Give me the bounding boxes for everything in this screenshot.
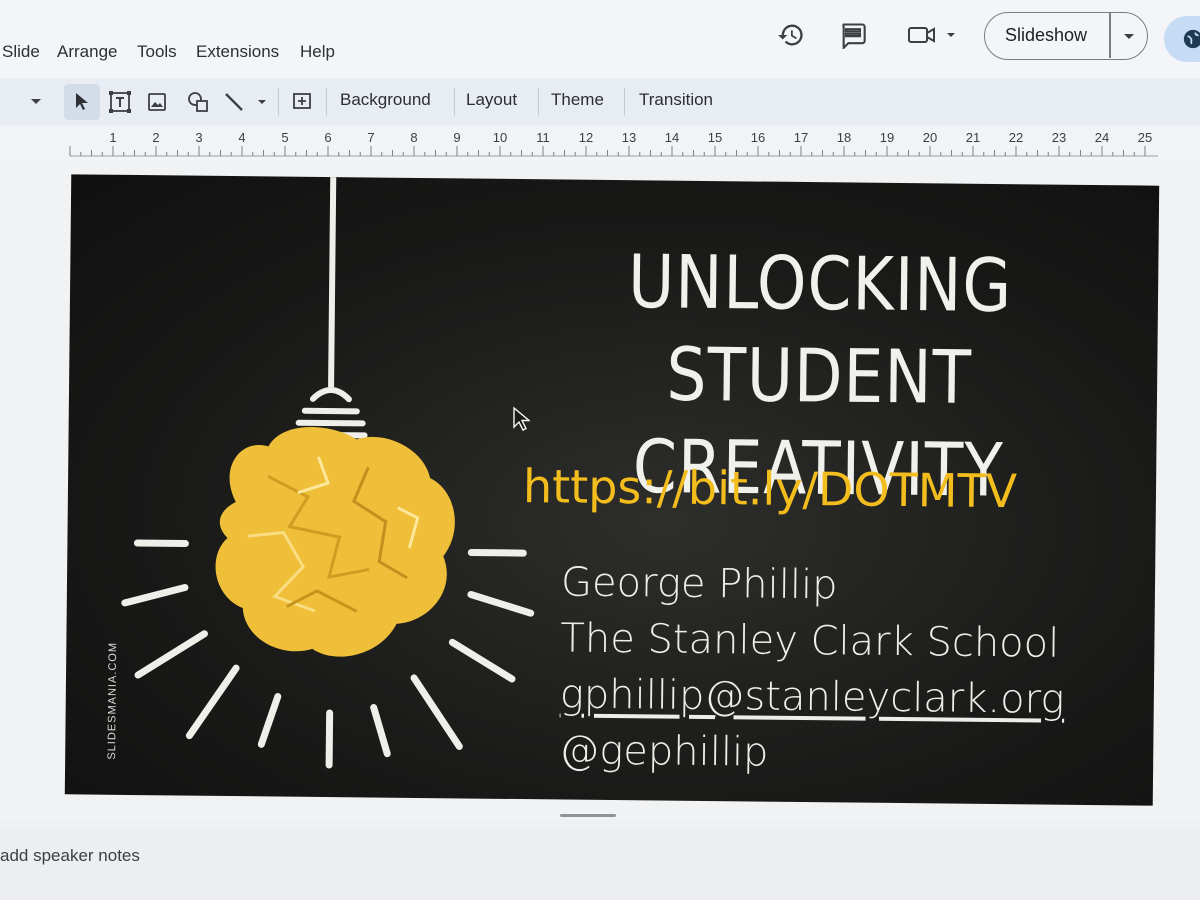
menu-tools[interactable]: Tools xyxy=(137,42,177,62)
ruler-mark-label: 20 xyxy=(923,130,937,145)
image-icon[interactable] xyxy=(141,86,173,118)
comments-icon[interactable] xyxy=(836,18,870,52)
toolbar-separator xyxy=(538,88,539,116)
ruler-mark-label: 6 xyxy=(324,130,331,145)
toolbar-separator xyxy=(454,88,455,116)
ruler-mark-label: 15 xyxy=(708,130,722,145)
theme-button[interactable]: Theme xyxy=(551,90,604,110)
ruler-mark-label: 23 xyxy=(1052,130,1066,145)
ruler-mark-label: 5 xyxy=(281,130,288,145)
ruler-mark-label: 1 xyxy=(109,130,116,145)
ruler-mark-label: 4 xyxy=(238,130,245,145)
ruler-mark-label: 13 xyxy=(622,130,636,145)
ruler-mark-label: 18 xyxy=(837,130,851,145)
menu-slide[interactable]: Slide xyxy=(2,42,40,62)
toolbar-separator xyxy=(624,88,625,116)
add-comment-icon[interactable] xyxy=(286,86,318,118)
video-camera-icon[interactable] xyxy=(904,18,960,52)
history-icon[interactable] xyxy=(774,18,808,52)
layout-button[interactable]: Layout xyxy=(466,90,517,110)
slide-link[interactable]: https://bit.ly/DOTMTV xyxy=(523,459,1018,518)
slideshow-label[interactable]: Slideshow xyxy=(1005,25,1087,46)
ruler-mark-label: 7 xyxy=(367,130,374,145)
presenter-email-link[interactable]: gphillip@stanleyclark.org xyxy=(560,671,1065,722)
shape-icon[interactable] xyxy=(182,86,214,118)
ruler-mark-label: 21 xyxy=(966,130,980,145)
presenter-handle[interactable]: @gephillip xyxy=(559,727,769,775)
menu-extensions[interactable]: Extensions xyxy=(196,42,279,62)
ruler-mark-label: 10 xyxy=(493,130,507,145)
ruler-mark-label: 24 xyxy=(1095,130,1109,145)
ruler-ticks: 1 2 3 4 5 6 7 8 9 10 11 12 13 14 15 16 17 18 19 20 21 22 23 24 2… xyxy=(69,130,1158,157)
ruler-mark-label: 22 xyxy=(1009,130,1023,145)
toolbar: Background Layout Theme Transition xyxy=(0,78,1200,126)
ruler-mark-label: 16 xyxy=(751,130,765,145)
ruler-mark-label: 11 xyxy=(536,130,550,145)
ruler-mark-label: 8 xyxy=(410,130,417,145)
ruler-mark-label: 12 xyxy=(579,130,593,145)
select-cursor-icon[interactable] xyxy=(64,84,100,120)
transition-button[interactable]: Transition xyxy=(639,90,713,110)
slide[interactable]: UNLOCKING STUDENT CREATIVITY https://bit… xyxy=(64,174,1160,806)
presenter-school[interactable]: The Stanley Clark School xyxy=(560,615,1059,666)
slide-title-line-1: UNLOCKING STUDENT xyxy=(627,238,1013,421)
slideshow-button: Slideshow xyxy=(984,12,1148,60)
speaker-notes-placeholder: add speaker notes xyxy=(0,846,140,865)
ruler-mark-label: 2 xyxy=(152,130,159,145)
ruler-mark-label: 17 xyxy=(794,130,808,145)
text-box-icon[interactable] xyxy=(104,86,136,118)
menu-bar: Slide Arrange Tools Extensions Help Slid… xyxy=(0,0,1200,78)
chevron-down-icon[interactable] xyxy=(24,86,48,118)
slidesmania-watermark: SLIDESMANIA.COM xyxy=(105,641,120,760)
ruler-mark-label: 9 xyxy=(453,130,460,145)
line-icon[interactable] xyxy=(222,86,272,118)
menu-arrange[interactable]: Arrange xyxy=(57,42,117,62)
mouse-pointer-icon xyxy=(513,406,530,431)
ruler-mark-label: 25 xyxy=(1138,130,1152,145)
notes-resize-handle[interactable] xyxy=(560,814,616,817)
horizontal-ruler: 1 2 3 4 5 6 7 8 9 10 11 12 13 14 15 16 17 18 19 20 21 22 23 24 2… xyxy=(0,126,1200,160)
ruler-mark-label: 3 xyxy=(195,130,202,145)
globe-icon xyxy=(1183,29,1200,49)
ruler-mark-label: 14 xyxy=(665,130,679,145)
toolbar-separator xyxy=(326,88,327,116)
background-button[interactable]: Background xyxy=(340,90,431,110)
share-button[interactable] xyxy=(1164,16,1200,62)
ruler-mark-label: 19 xyxy=(880,130,894,145)
menu-help[interactable]: Help xyxy=(300,42,335,62)
presenter-name[interactable]: George Phillip xyxy=(561,559,838,608)
chevron-down-icon[interactable] xyxy=(1111,13,1147,58)
speaker-notes-area[interactable]: add speaker notes xyxy=(0,828,1200,900)
toolbar-separator xyxy=(278,88,279,116)
